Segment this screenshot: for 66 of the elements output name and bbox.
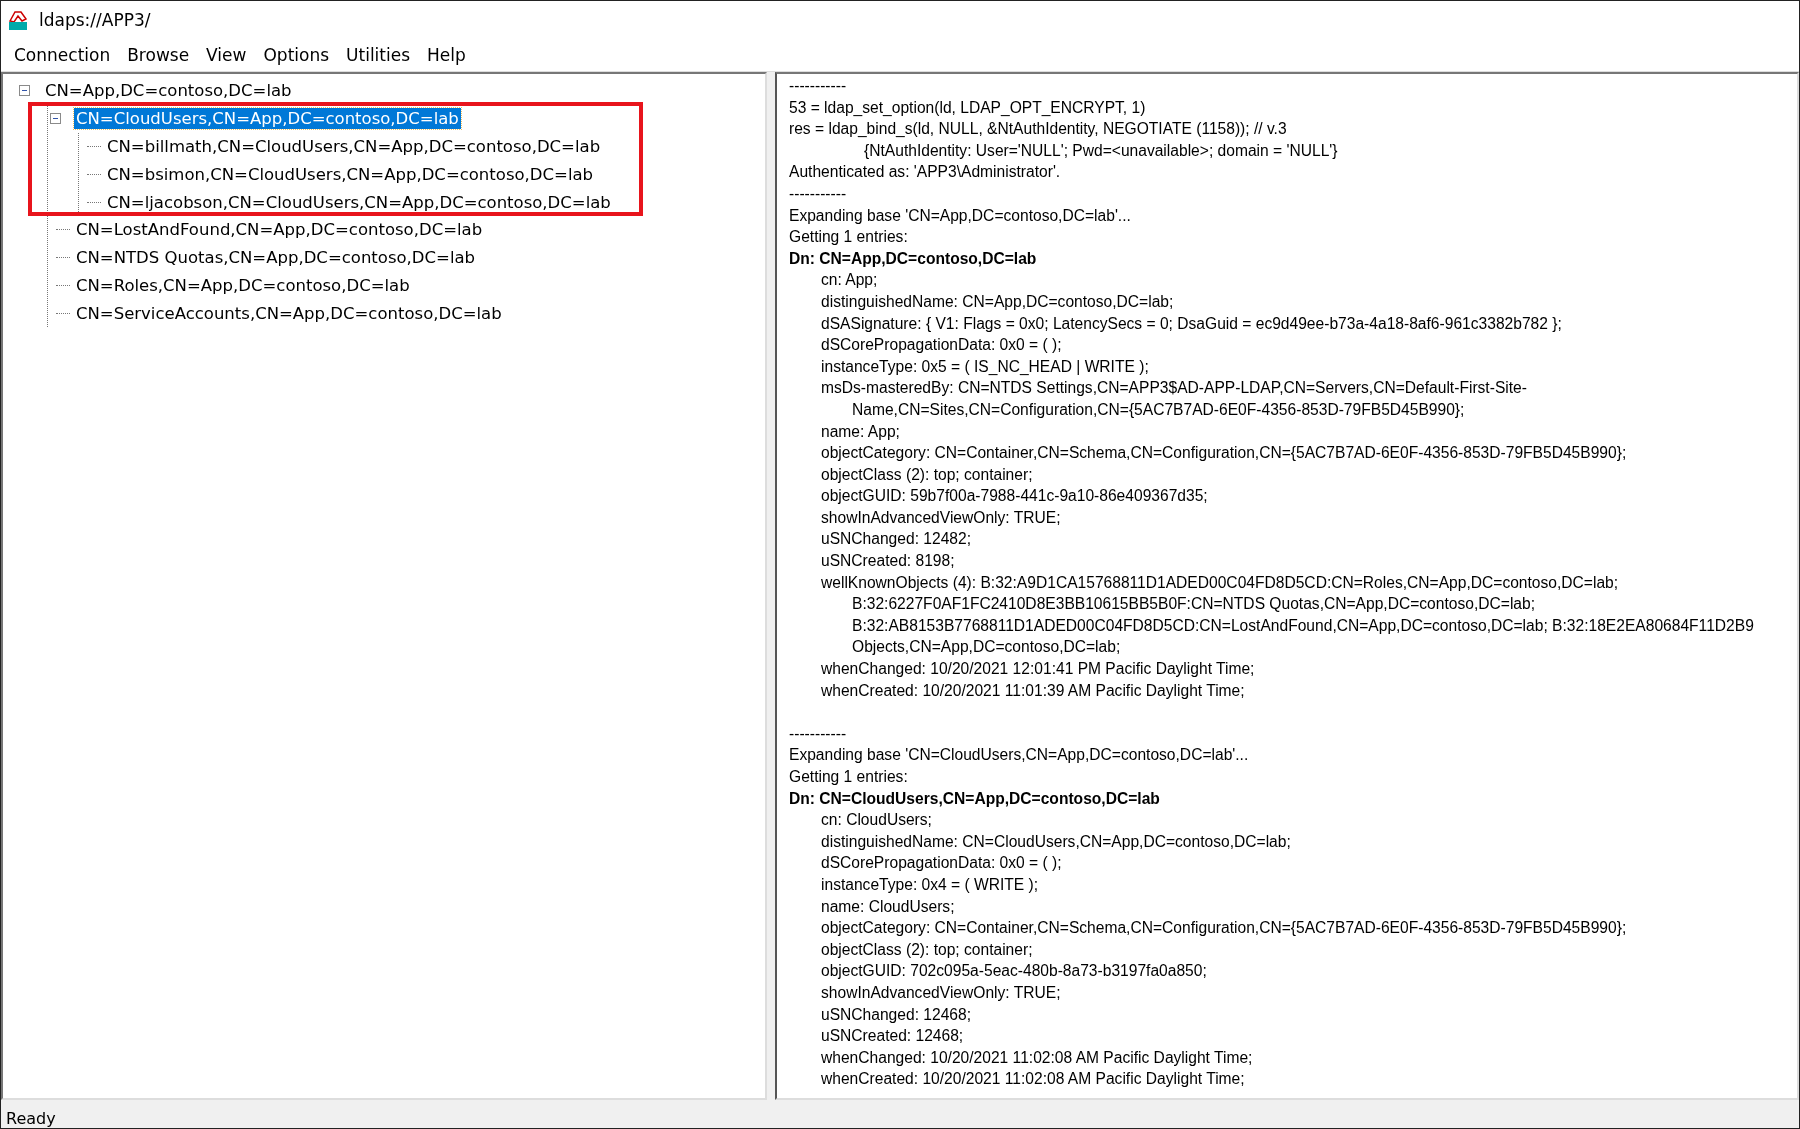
log-line: Expanding base 'CN=CloudUsers,CN=App,DC=contoso,DC=lab'... (789, 745, 1250, 766)
log-line: whenChanged: 10/20/2021 11:02:08 AM Pacific Daylight Time; (820, 1047, 1254, 1068)
log-line: objectClass (2): top; container; (820, 939, 1034, 960)
window-title: ldaps://APP3/ (39, 10, 151, 30)
log-line: objectCategory: CN=Container,CN=Schema,CN=Configuration,CN={5AC7B7AD-6E0F-4356-853D-79FB5D45B990}; (820, 918, 1628, 939)
tree-item[interactable]: CN=LostAndFound,CN=App,DC=contoso,DC=lab (74, 219, 485, 241)
menu-item[interactable]: Connection (7, 43, 121, 67)
menu-item[interactable]: Options (256, 43, 340, 67)
tree-item[interactable]: CN=bsimon,CN=CloudUsers,CN=App,DC=contoso,DC=lab (105, 163, 596, 185)
log-line: objectCategory: CN=Container,CN=Schema,CN=Configuration,CN={5AC7B7AD-6E0F-4356-853D-79FB5D45B990}; (820, 443, 1628, 464)
log-line: 53 = ldap_set_option(ld, LDAP_OPT_ENCRYPT, 1) (789, 97, 1147, 118)
menu-item[interactable]: Utilities (339, 43, 421, 67)
tree-item[interactable]: CN=Roles,CN=App,DC=contoso,DC=lab (74, 274, 412, 296)
app-icon (7, 9, 29, 31)
log-line: dSASignature: { V1: Flags = 0x0; LatencySecs = 0; DsaGuid = ec9d49ee-b73a-4a18-8af6-961c3382b782 }; (820, 313, 1563, 334)
log-line: res = ldap_bind_s(ld, NULL, &NtAuthIdentity, NEGOTIATE (1158)); // v.3 (789, 119, 1288, 140)
tree-item[interactable]: CN=NTDS Quotas,CN=App,DC=contoso,DC=lab (74, 247, 478, 269)
log-line: cn: CloudUsers; (820, 810, 933, 831)
log-line: objectGUID: 702c095a-5eac-480b-8a73-b3197fa0a850; (820, 961, 1208, 982)
log-line: instanceType: 0x5 = ( IS_NC_HEAD | WRITE ); (820, 356, 1150, 377)
log-line: Getting 1 entries: (789, 767, 909, 787)
log-line: name: CloudUsers; (820, 896, 956, 917)
log-line: {NtAuthIdentity: User='NULL'; Pwd=<unavailable>; domain = 'NULL'} (863, 140, 1339, 161)
log-line: msDs-masteredBy: CN=NTDS Settings,CN=APP3$AD-APP-LDAP,CN=Servers,CN=Default-First-Site- (820, 378, 1528, 399)
log-line: objectGUID: 59b7f00a-7988-441c-9a10-86e409367d35; (820, 486, 1209, 507)
log-line: Objects,CN=App,DC=contoso,DC=lab; (851, 637, 1122, 658)
status-text: Ready (6, 1110, 56, 1128)
log-line: distinguishedName: CN=CloudUsers,CN=App,DC=contoso,DC=lab; (820, 831, 1292, 852)
log-line: Authenticated as: 'APP3\Administrator'. (789, 162, 1062, 183)
tree-item[interactable]: CN=ServiceAccounts,CN=App,DC=contoso,DC=lab (74, 302, 504, 324)
menu-item[interactable]: View (199, 43, 257, 67)
log-line: dSCorePropagationData: 0x0 = ( ); (820, 335, 1063, 356)
log-line: Name,CN=Sites,CN=Configuration,CN={5AC7B7AD-6E0F-4356-853D-79FB5D45B990}; (851, 399, 1466, 420)
log-line: dSCorePropagationData: 0x0 = ( ); (820, 853, 1063, 874)
log-line: whenCreated: 10/20/2021 11:02:08 AM Pacific Daylight Time; (820, 1069, 1246, 1090)
log-line: name: App; (820, 421, 901, 442)
log-line: Expanding base 'CN=App,DC=contoso,DC=lab'... (789, 205, 1132, 226)
menu-item[interactable]: Browse (120, 43, 200, 67)
tree-item[interactable]: CN=CloudUsers,CN=App,DC=contoso,DC=lab (74, 108, 461, 130)
log-line: showInAdvancedViewOnly: TRUE; (820, 982, 1062, 1003)
log-line: B:32:AB8153B7768811D1ADED00C04FD8D5CD:CN=LostAndFound,CN=App,DC=contoso,DC=lab; B:32:18E2EA80684F11D2B9 (851, 615, 1755, 636)
log-line: ----------- (789, 723, 848, 744)
collapse-icon[interactable] (19, 85, 30, 97)
log-line: whenCreated: 10/20/2021 11:01:39 AM Pacific Daylight Time; (820, 680, 1246, 701)
tree-item[interactable]: CN=App,DC=contoso,DC=lab (43, 80, 294, 102)
entry-heading: Dn: CN=CloudUsers,CN=App,DC=contoso,DC=lab (789, 788, 1161, 809)
log-line: Getting 1 entries: (789, 227, 909, 248)
log-line: ----------- (789, 183, 848, 204)
log-line: uSNChanged: 12468; (820, 1004, 972, 1025)
log-line: showInAdvancedViewOnly: TRUE; (820, 507, 1062, 528)
tree-item[interactable]: CN=ljacobson,CN=CloudUsers,CN=App,DC=contoso,DC=lab (105, 191, 613, 213)
menu-item[interactable]: Help (420, 43, 476, 67)
log-line: whenChanged: 10/20/2021 12:01:41 PM Pacific Daylight Time; (820, 659, 1256, 680)
log-line: uSNCreated: 12468; (820, 1026, 965, 1047)
collapse-icon[interactable] (50, 113, 61, 125)
log-line: distinguishedName: CN=App,DC=contoso,DC=lab; (820, 291, 1175, 312)
entry-heading: Dn: CN=App,DC=contoso,DC=lab (789, 248, 1038, 269)
log-line: instanceType: 0x4 = ( WRITE ); (820, 874, 1040, 895)
log-line: cn: App; (820, 270, 879, 291)
log-line: uSNCreated: 8198; (820, 551, 956, 572)
log-line: uSNChanged: 12482; (820, 529, 972, 550)
log-line: ----------- (789, 76, 848, 96)
log-line: wellKnownObjects (4): B:32:A9D1CA15768811D1ADED00C04FD8D5CD:CN=Roles,CN=App,DC=contoso,DC=lab; (820, 572, 1620, 593)
log-line: objectClass (2): top; container; (820, 464, 1034, 485)
tree-item[interactable]: CN=billmath,CN=CloudUsers,CN=App,DC=contoso,DC=lab (105, 136, 603, 157)
log-line: B:32:6227F0AF1FC2410D8E3BB10615BB5B0F:CN=NTDS Quotas,CN=App,DC=contoso,DC=lab; (851, 594, 1537, 615)
